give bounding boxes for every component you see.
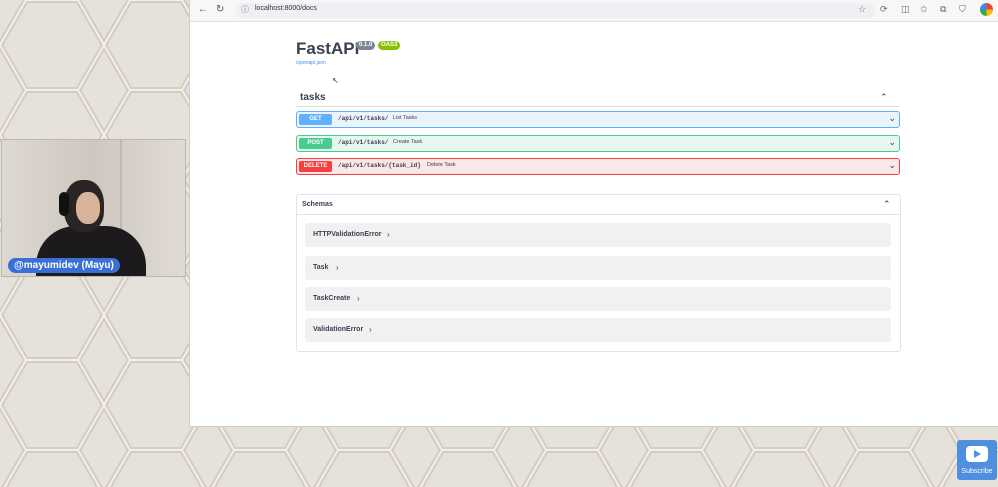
chevron-up-icon[interactable]: ⌃ bbox=[880, 92, 888, 103]
schemas-panel: Schemas ⌃ HTTPValidationError › Task › T… bbox=[296, 194, 901, 352]
browser-window: ← ↻ ⓘ localhost:8000/docs ☆ ⟳ ◫ ✩ ⧉ ⛉ Fa… bbox=[189, 0, 998, 427]
url-text: localhost:8000/docs bbox=[255, 5, 317, 12]
profile-avatar[interactable] bbox=[980, 3, 993, 16]
method-badge: GET bbox=[299, 114, 332, 125]
schema-item-taskcreate[interactable]: TaskCreate › bbox=[305, 287, 891, 311]
streamer-name-tag: @mayumidev (Mayu) bbox=[8, 258, 120, 273]
collections-icon[interactable]: ⧉ bbox=[940, 4, 946, 15]
schema-name: ValidationError bbox=[313, 326, 364, 333]
schema-name: Task bbox=[313, 264, 329, 271]
chevron-down-icon[interactable]: ⌄ bbox=[888, 113, 896, 124]
browser-toolbar: ← ↻ ⓘ localhost:8000/docs ☆ ⟳ ◫ ✩ ⧉ ⛉ bbox=[190, 0, 998, 22]
version-badge: 0.1.0 bbox=[356, 41, 376, 50]
method-badge: POST bbox=[299, 138, 332, 149]
chevron-down-icon[interactable]: ⌄ bbox=[888, 160, 896, 171]
favorites-icon[interactable]: ✩ bbox=[920, 4, 928, 15]
operation-summary: Create Task bbox=[393, 139, 423, 145]
api-title: FastAPI bbox=[296, 39, 360, 58]
subscribe-label: Subscribe bbox=[961, 468, 993, 475]
swagger-page: FastAPI 0.1.0 OAS3 /openapi.json ↖ tasks… bbox=[190, 22, 998, 426]
chevron-right-icon: › bbox=[387, 230, 390, 239]
section-divider bbox=[296, 106, 900, 107]
schema-item-validationerror[interactable]: ValidationError › bbox=[305, 318, 891, 342]
webcam-overlay: @mayumidev (Mayu) bbox=[1, 139, 186, 277]
chevron-up-icon[interactable]: ⌃ bbox=[883, 199, 891, 210]
chevron-down-icon[interactable]: ⌄ bbox=[888, 137, 896, 148]
chevron-right-icon: › bbox=[336, 263, 339, 272]
subscribe-button[interactable]: Subscribe bbox=[957, 440, 997, 480]
schemas-divider bbox=[297, 214, 900, 215]
operation-path: /api/v1/tasks/{task_id} bbox=[338, 162, 421, 169]
bookmark-star-icon[interactable]: ☆ bbox=[858, 4, 866, 15]
tasks-section-title[interactable]: tasks bbox=[300, 92, 326, 103]
reader-icon[interactable]: ◫ bbox=[901, 4, 910, 15]
operation-path: /api/v1/tasks/ bbox=[338, 115, 389, 122]
mouse-cursor-icon: ↖ bbox=[332, 76, 339, 85]
operation-path: /api/v1/tasks/ bbox=[338, 139, 389, 146]
play-icon bbox=[966, 446, 988, 462]
address-bar[interactable]: ⓘ localhost:8000/docs bbox=[235, 3, 875, 18]
operation-get-list-tasks[interactable]: GET /api/v1/tasks/ List Tasks ⌄ bbox=[296, 111, 900, 128]
operation-post-create-task[interactable]: POST /api/v1/tasks/ Create Task ⌄ bbox=[296, 135, 900, 152]
headphone-icon bbox=[59, 192, 69, 216]
schema-item-task[interactable]: Task › bbox=[305, 256, 891, 280]
operation-summary: List Tasks bbox=[393, 115, 418, 121]
operation-delete-task[interactable]: DELETE /api/v1/tasks/{task_id} Delete Ta… bbox=[296, 158, 900, 175]
webcam-person-face bbox=[76, 192, 100, 224]
schema-item-httpvalidationerror[interactable]: HTTPValidationError › bbox=[305, 223, 891, 247]
openapi-json-link[interactable]: /openapi.json bbox=[296, 60, 326, 66]
back-icon[interactable]: ← bbox=[198, 4, 208, 16]
oas-badge: OAS3 bbox=[378, 41, 401, 50]
schema-name: TaskCreate bbox=[313, 295, 351, 302]
operation-summary: Delete Task bbox=[427, 162, 456, 168]
schemas-title[interactable]: Schemas bbox=[302, 201, 333, 208]
reload-icon[interactable]: ↻ bbox=[216, 4, 224, 16]
method-badge: DELETE bbox=[299, 161, 332, 172]
chevron-right-icon: › bbox=[369, 325, 372, 334]
extension-icon[interactable]: ⟳ bbox=[880, 4, 888, 15]
schema-name: HTTPValidationError bbox=[313, 231, 382, 238]
chevron-right-icon: › bbox=[357, 294, 360, 303]
shield-icon[interactable]: ⛉ bbox=[959, 4, 966, 15]
site-info-icon[interactable]: ⓘ bbox=[241, 4, 249, 15]
